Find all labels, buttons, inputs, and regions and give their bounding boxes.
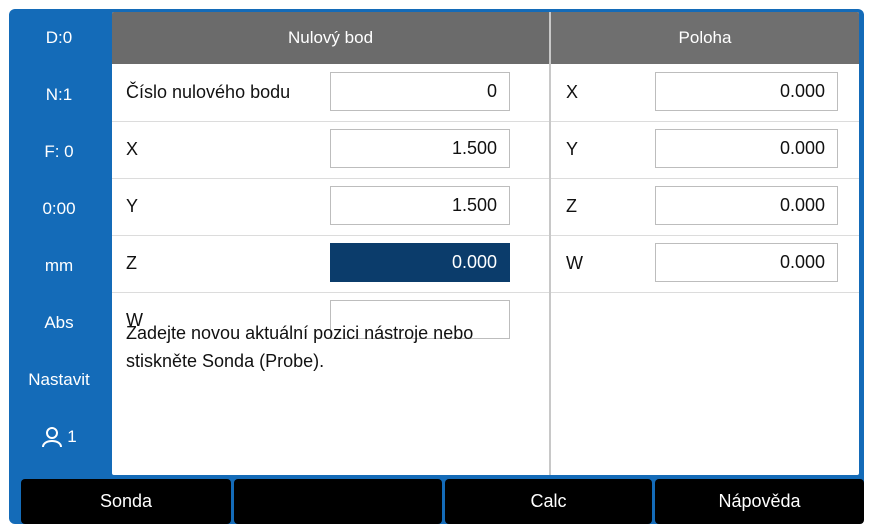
- datum-x-field[interactable]: 1.500: [330, 129, 510, 168]
- position-panel-title: Poloha: [551, 12, 859, 64]
- datum-x-label: X: [126, 139, 139, 159]
- blank-softkey[interactable]: [234, 479, 442, 524]
- position-x-field[interactable]: 0.000: [655, 72, 838, 111]
- position-w-label: W: [566, 253, 583, 273]
- user-number: 1: [67, 426, 77, 446]
- softkey-bar: Sonda Calc Nápověda: [21, 479, 864, 524]
- datum-x-row: X 1.500: [112, 121, 549, 179]
- datum-z-row: Z 0.000: [112, 235, 549, 293]
- position-y-label: Y: [566, 139, 579, 159]
- status-bar: D:0 N:1 F: 0 0:00 mm Abs Nastavit 1: [9, 9, 109, 475]
- position-y-field[interactable]: 0.000: [655, 129, 838, 168]
- tool-status[interactable]: N:1: [9, 66, 109, 123]
- datum-number-label: Číslo nulového bodu: [126, 82, 291, 102]
- instruction-message: Zadejte novou aktuální pozici nástroje n…: [126, 323, 474, 371]
- calc-softkey[interactable]: Calc: [445, 479, 652, 524]
- dro-screen: D:0 N:1 F: 0 0:00 mm Abs Nastavit 1 Nulo…: [9, 9, 864, 524]
- position-z-field[interactable]: 0.000: [655, 186, 838, 225]
- datum-y-label: Y: [126, 196, 139, 216]
- datum-status[interactable]: D:0: [9, 9, 109, 66]
- position-x-row: X 0.000: [551, 64, 859, 122]
- datum-panel: Nulový bod Číslo nulového bodu 0 X 1.500…: [112, 12, 551, 475]
- feed-status[interactable]: F: 0: [9, 123, 109, 180]
- position-z-label: Z: [566, 196, 577, 216]
- datum-y-field[interactable]: 1.500: [330, 186, 510, 225]
- mode-status[interactable]: Abs: [9, 294, 109, 351]
- datum-panel-title: Nulový bod: [112, 12, 549, 64]
- datum-y-row: Y 1.500: [112, 178, 549, 236]
- position-panel: Poloha X 0.000 Y 0.000 Z 0.000 W 0.000: [551, 12, 859, 475]
- user-status[interactable]: 1: [9, 408, 109, 465]
- timer-status[interactable]: 0:00: [9, 180, 109, 237]
- position-x-label: X: [566, 82, 579, 102]
- position-z-row: Z 0.000: [551, 178, 859, 236]
- main-area: Nulový bod Číslo nulového bodu 0 X 1.500…: [112, 12, 859, 475]
- help-softkey[interactable]: Nápověda: [655, 479, 864, 524]
- setup-status[interactable]: Nastavit: [9, 351, 109, 408]
- datum-number-field[interactable]: 0: [330, 72, 510, 111]
- datum-number-row: Číslo nulového bodu 0: [112, 64, 549, 122]
- units-status[interactable]: mm: [9, 237, 109, 294]
- position-w-field[interactable]: 0.000: [655, 243, 838, 282]
- datum-z-field[interactable]: 0.000: [330, 243, 510, 282]
- position-w-row: W 0.000: [551, 235, 859, 293]
- position-y-row: Y 0.000: [551, 121, 859, 179]
- datum-z-label: Z: [126, 253, 137, 273]
- user-icon: [42, 426, 63, 447]
- probe-softkey[interactable]: Sonda: [21, 479, 231, 524]
